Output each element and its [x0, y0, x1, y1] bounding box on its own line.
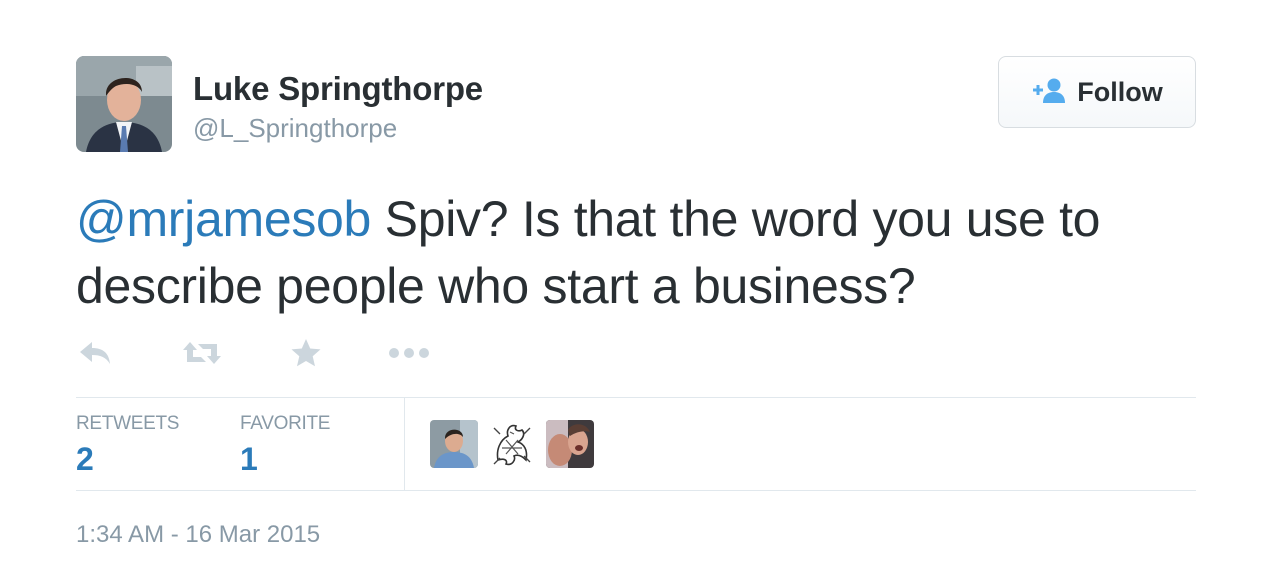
- profile-avatar[interactable]: [76, 56, 172, 152]
- retweets-count[interactable]: 2: [76, 441, 94, 478]
- favoriter-avatar[interactable]: [430, 420, 478, 468]
- stats-top-divider: [76, 397, 1196, 398]
- tweet-timestamp[interactable]: 1:34 AM - 16 Mar 2015: [76, 521, 320, 549]
- favoriter-avatar[interactable]: [488, 420, 536, 468]
- stats-bottom-divider: [76, 490, 1196, 491]
- more-button[interactable]: [388, 336, 430, 374]
- follow-button-label: Follow: [1077, 76, 1163, 107]
- favorite-star-icon: [290, 338, 322, 373]
- tweet-text: @mrjamesob Spiv? Is that the word you us…: [76, 186, 1206, 320]
- reply-icon: [78, 340, 112, 371]
- retweet-icon: [182, 340, 222, 371]
- more-icon: [388, 346, 430, 364]
- favorite-button[interactable]: [290, 336, 322, 374]
- user-display-name[interactable]: Luke Springthorpe: [193, 70, 483, 108]
- follow-button[interactable]: Follow: [998, 56, 1196, 128]
- favorites-count[interactable]: 1: [240, 441, 258, 478]
- add-user-icon: [1031, 77, 1066, 108]
- stats-vertical-divider: [404, 398, 405, 490]
- favorites-label[interactable]: FAVORITE: [240, 413, 330, 435]
- favoriter-avatar[interactable]: [546, 420, 594, 468]
- reply-button[interactable]: [78, 336, 112, 374]
- tweet-mention-link[interactable]: @mrjamesob: [76, 191, 371, 247]
- retweets-label[interactable]: RETWEETS: [76, 413, 179, 435]
- user-handle[interactable]: @L_Springthorpe: [193, 113, 397, 144]
- retweet-button[interactable]: [182, 336, 222, 374]
